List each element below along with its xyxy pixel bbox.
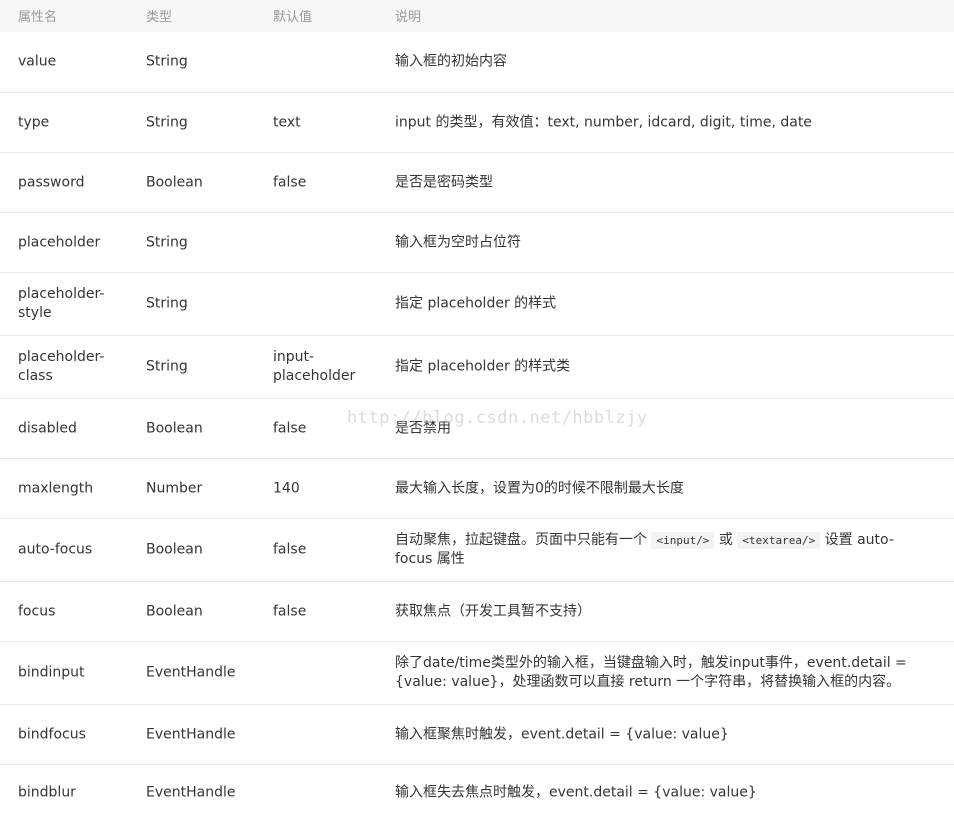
attr-type: String bbox=[146, 358, 188, 375]
attr-name: focus bbox=[18, 603, 56, 619]
attr-default: false bbox=[273, 420, 307, 436]
attr-type: String bbox=[146, 295, 188, 312]
table-row: password Boolean false 是否是密码类型 bbox=[0, 153, 954, 213]
attr-default: false bbox=[273, 541, 307, 558]
attr-default: 140 bbox=[273, 480, 300, 496]
attr-type: EventHandle bbox=[146, 726, 236, 742]
attr-default: false bbox=[273, 603, 307, 619]
attr-type: Boolean bbox=[146, 420, 203, 436]
textarea-tag-code: <textarea/> bbox=[737, 532, 821, 549]
attr-type: Number bbox=[146, 480, 203, 496]
table-row: disabled Boolean false 是否禁用 bbox=[0, 399, 954, 459]
table-row: placeholder String 输入框为空时占位符 bbox=[0, 213, 954, 273]
attr-name: placeholder bbox=[18, 234, 101, 250]
attr-name: bindfocus bbox=[18, 726, 86, 742]
table-row: bindfocus EventHandle 输入框聚焦时触发，event.det… bbox=[0, 705, 954, 765]
attribute-table: 属性名 类型 默认值 说明 value String 输入框的初始内容 type… bbox=[0, 0, 954, 820]
attr-description: 指定 placeholder 的样式 bbox=[395, 295, 557, 312]
table-row: auto-focus Boolean false 自动聚焦，拉起键盘。页面中只能… bbox=[0, 519, 954, 582]
attr-name: placeholder-class bbox=[18, 349, 105, 384]
attr-type: String bbox=[146, 53, 188, 70]
attr-name: auto-focus bbox=[18, 541, 93, 558]
attr-name: placeholder-style bbox=[18, 286, 105, 321]
attr-type: EventHandle bbox=[146, 664, 236, 681]
attr-description: 自动聚焦，拉起键盘。页面中只能有一个 <input/> 或 <textarea/… bbox=[395, 532, 894, 567]
input-tag-code: <input/> bbox=[651, 532, 715, 549]
table-row: value String 输入框的初始内容 bbox=[0, 32, 954, 93]
attr-type: Boolean bbox=[146, 174, 203, 190]
attr-description: 是否禁用 bbox=[395, 420, 451, 436]
attr-default: text bbox=[273, 114, 301, 130]
attr-type: Boolean bbox=[146, 541, 203, 558]
header-name: 属性名 bbox=[18, 10, 58, 25]
attr-description: 是否是密码类型 bbox=[395, 174, 493, 190]
attr-name: value bbox=[18, 53, 57, 70]
table-row: focus Boolean false 获取焦点（开发工具暂不支持） bbox=[0, 582, 954, 642]
attr-type: EventHandle bbox=[146, 784, 236, 800]
attr-default: false bbox=[273, 174, 307, 190]
table-row: bindblur EventHandle 输入框失去焦点时触发，event.de… bbox=[0, 765, 954, 820]
attr-description: 指定 placeholder 的样式类 bbox=[395, 358, 571, 375]
table-row: placeholder-style String 指定 placeholder … bbox=[0, 273, 954, 336]
attr-description: input 的类型，有效值：text, number, idcard, digi… bbox=[395, 114, 812, 130]
attr-name: maxlength bbox=[18, 480, 94, 496]
attr-description: 最大输入长度，设置为0的时候不限制最大长度 bbox=[395, 480, 684, 496]
attr-name: bindblur bbox=[18, 784, 76, 800]
table-row: bindinput EventHandle 除了date/time类型外的输入框… bbox=[0, 642, 954, 705]
attr-name: type bbox=[18, 114, 50, 130]
attr-type: String bbox=[146, 114, 188, 130]
attr-description: 输入框聚焦时触发，event.detail = {value: value} bbox=[395, 726, 729, 742]
attr-description: 获取焦点（开发工具暂不支持） bbox=[395, 603, 591, 619]
header-description: 说明 bbox=[395, 10, 422, 25]
attr-type: Boolean bbox=[146, 603, 203, 619]
attr-description: 输入框失去焦点时触发，event.detail = {value: value} bbox=[395, 784, 757, 800]
attr-description: 输入框的初始内容 bbox=[395, 53, 507, 70]
table-header: 属性名 类型 默认值 说明 bbox=[0, 0, 954, 32]
attr-description: 除了date/time类型外的输入框，当键盘输入时，触发input事件，even… bbox=[395, 655, 907, 690]
table-row: type String text input 的类型，有效值：text, num… bbox=[0, 93, 954, 153]
table-row: maxlength Number 140 最大输入长度，设置为0的时候不限制最大… bbox=[0, 459, 954, 519]
attr-description: 输入框为空时占位符 bbox=[395, 234, 521, 250]
table-row: placeholder-class String input-placehold… bbox=[0, 336, 954, 399]
attr-name: password bbox=[18, 174, 85, 190]
header-type: 类型 bbox=[146, 10, 173, 25]
attr-default: input-placeholder bbox=[273, 349, 356, 384]
attr-name: disabled bbox=[18, 420, 77, 436]
attr-type: String bbox=[146, 234, 188, 250]
header-default: 默认值 bbox=[273, 10, 313, 25]
attr-name: bindinput bbox=[18, 664, 85, 681]
